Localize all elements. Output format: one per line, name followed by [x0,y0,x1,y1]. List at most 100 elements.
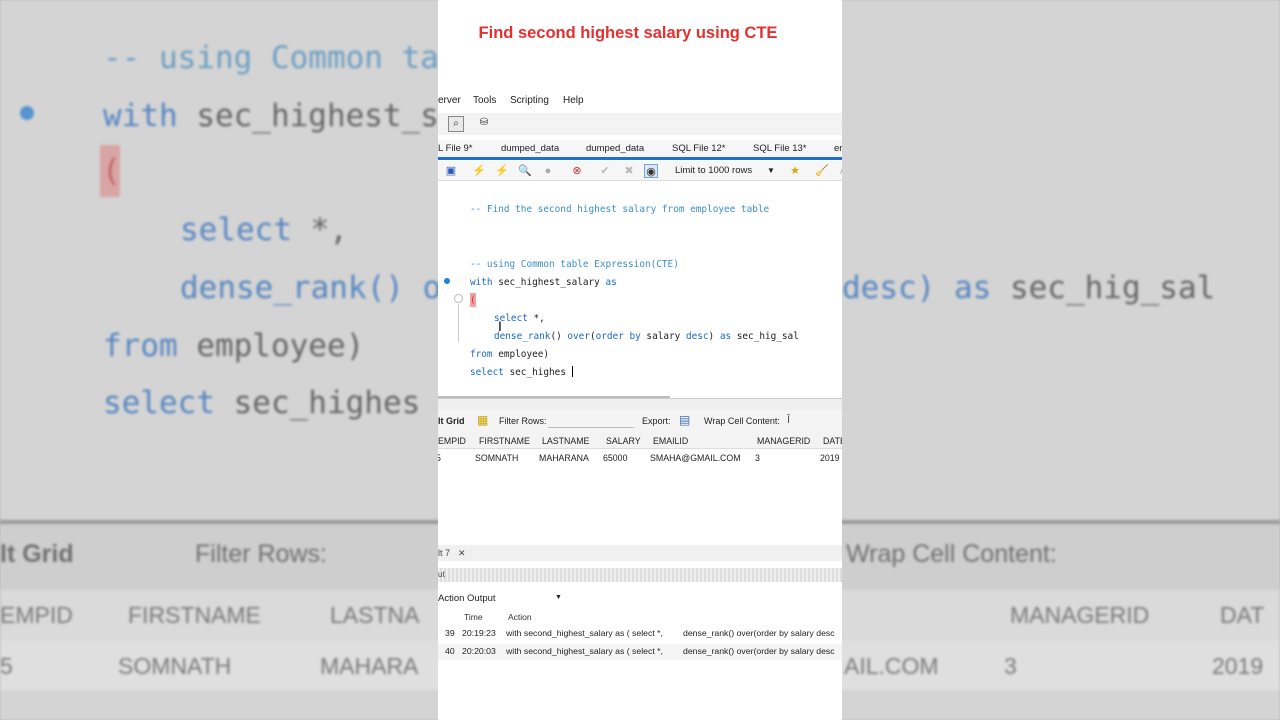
col-empid[interactable]: EMPID [438,436,466,446]
menu-scripting[interactable]: Scripting [510,95,549,106]
bg-r-emp: 5 [0,653,13,679]
code-line-from: from employee) [470,349,550,360]
bg-h-last: LASTNA [330,602,420,628]
col-firstname[interactable]: FIRSTNAME [479,436,530,446]
add-snippet-icon[interactable]: ★ [788,164,802,178]
splitter[interactable] [438,398,842,410]
menu-tools[interactable]: Tools [473,95,496,106]
cell-emailid[interactable]: SMAHA@GMAIL.COM [650,453,741,463]
cell-empid[interactable]: 5 [438,453,441,463]
tab-more[interactable]: er [834,143,842,154]
chevron-down-icon[interactable]: ▼ [767,166,775,175]
list-item[interactable]: 40 20:20:03 with second_highest_salary a… [438,644,842,660]
chevron-down-icon[interactable]: ▼ [555,594,562,601]
cell-salary[interactable]: 65000 [603,453,627,463]
tab-dumped-data-2[interactable]: dumped_data [586,143,644,154]
bg-breakpoint-dot [20,106,34,120]
filter-rows-input[interactable] [548,418,634,428]
file-tabs: L File 9* dumped_data dumped_data SQL Fi… [438,140,842,157]
bg-h-date: DAT [1220,602,1265,628]
main-toolbar: ⌕ ⛁ [438,113,842,135]
bg-r-email: AIL.COM [844,653,939,679]
code-line-comment-1: -- Find the second highest salary from e… [470,204,770,215]
tab-sql-file-9[interactable]: L File 9* [438,143,473,154]
autocommit-icon[interactable]: ◉ [644,164,658,178]
output-type-select[interactable]: Action Output ▼ [438,590,568,606]
output-label: ut [438,570,445,579]
text-caret [572,366,573,377]
stop-icon[interactable]: ● [541,164,555,178]
export-icon[interactable]: ▤ [679,413,690,427]
bg-r-date: 2019 [1212,653,1264,679]
bg-r-mgr: 3 [1004,653,1017,679]
menu-bar: erver Tools Scripting Help [438,92,842,110]
cell-managerid[interactable]: 3 [755,453,760,463]
code-line-with: with sec_highest_salary as [470,277,617,288]
col-action[interactable]: Action [508,612,532,622]
active-tab-indicator [438,157,842,160]
col-managerid[interactable]: MANAGERID [757,436,810,446]
bg-paren: ( [102,153,121,189]
table-row[interactable]: 5 SOMNATH MAHARANA 65000 SMAHA@GMAIL.COM… [438,449,842,465]
bg-code-select: select *, [180,212,348,248]
menu-server[interactable]: erver [438,95,461,106]
col-salary[interactable]: SALARY [606,436,641,446]
grid-view-icon[interactable]: ▦ [477,413,488,427]
output-type-label: Action Output [438,593,496,604]
beautify-icon[interactable]: 🧹 [815,164,829,178]
cell-firstname[interactable]: SOMNATH [475,453,518,463]
search-table-icon[interactable]: ⌕ [448,116,464,132]
result-tab[interactable]: lt 7 [438,548,450,558]
explain-icon[interactable]: 🔍 [518,164,532,178]
find-icon[interactable]: ⌕ [836,164,842,178]
commit-icon[interactable]: ✔ [598,164,612,178]
video-title: Find second highest salary using CTE [478,24,778,42]
wrap-cell-label: Wrap Cell Content: [704,416,780,426]
cell-lastname[interactable]: MAHARANA [539,453,589,463]
bg-wrap-label: Wrap Cell Content: [846,540,1057,568]
output-row-action-cont: dense_rank() over(order by salary desc [683,628,835,638]
bg-filter-label: Filter Rows: [195,540,327,568]
sql-editor[interactable]: -- Find the second highest salary from e… [438,182,842,399]
rollback-icon[interactable]: ✖ [622,164,636,178]
output-row-action: with second_highest_salary as ( select *… [506,646,663,656]
execute-current-icon[interactable]: ⚡ [495,164,509,178]
output-header: Time Action [438,610,842,624]
output-splitter[interactable] [438,568,842,582]
code-line-select-final: select sec_highes [470,367,566,378]
col-date[interactable]: DATE [823,436,842,446]
menu-help[interactable]: Help [563,95,584,106]
wrap-cell-icon[interactable]: Ī [787,414,790,426]
limit-select[interactable]: Limit to 1000 rows [675,165,752,176]
bg-h-mgr: MANAGERID [1010,602,1150,628]
tab-sql-file-13[interactable]: SQL File 13* [753,143,807,154]
bg-h-first: FIRSTNAME [128,602,261,628]
output-row-time: 20:19:23 [462,628,496,638]
blurred-background-left: -- using Common ta with sec_highest_s ( … [0,0,438,720]
tab-dumped-data-1[interactable]: dumped_data [501,143,559,154]
code-line-dense-rank: dense_rank() over(order by salary desc) … [494,331,799,342]
col-time[interactable]: Time [464,612,483,622]
col-lastname[interactable]: LASTNAME [542,436,589,446]
save-icon[interactable]: ▣ [444,164,458,178]
editor-toolbar: ▣ ⚡ ⚡ 🔍 ● ⊗ ✔ ✖ ◉ Limit to 1000 rows ▼ ★… [438,161,842,181]
result-grid-toolbar: lt Grid ▦ Filter Rows: Export: ▤ Wrap Ce… [438,410,842,432]
code-line-paren: ( [470,295,476,306]
tab-sql-file-12[interactable]: SQL File 12* [672,143,726,154]
fold-toggle-icon[interactable] [454,294,463,303]
blurred-background-right: desc) as sec_hig_sal Wrap Cell Content: … [842,0,1280,720]
close-icon[interactable]: ✕ [458,548,466,559]
reconnect-icon[interactable]: ⛁ [476,116,492,132]
output-row-num: 40 [445,646,455,656]
fold-guide [458,304,459,342]
result-grid-header: EMPID FIRSTNAME LASTNAME SALARY EMAILID … [438,432,842,449]
cell-date[interactable]: 2019 [820,453,840,463]
result-grid-label[interactable]: lt Grid [438,416,465,426]
col-emailid[interactable]: EMAILID [653,436,688,446]
export-label: Export: [642,416,671,426]
toggle-errors-icon[interactable]: ⊗ [570,164,584,178]
execute-icon[interactable]: ⚡ [472,164,486,178]
list-item[interactable]: 39 20:19:23 with second_highest_salary a… [438,626,842,642]
bg-r-last: MAHARA [320,653,419,679]
output-row-time: 20:20:03 [462,646,496,656]
